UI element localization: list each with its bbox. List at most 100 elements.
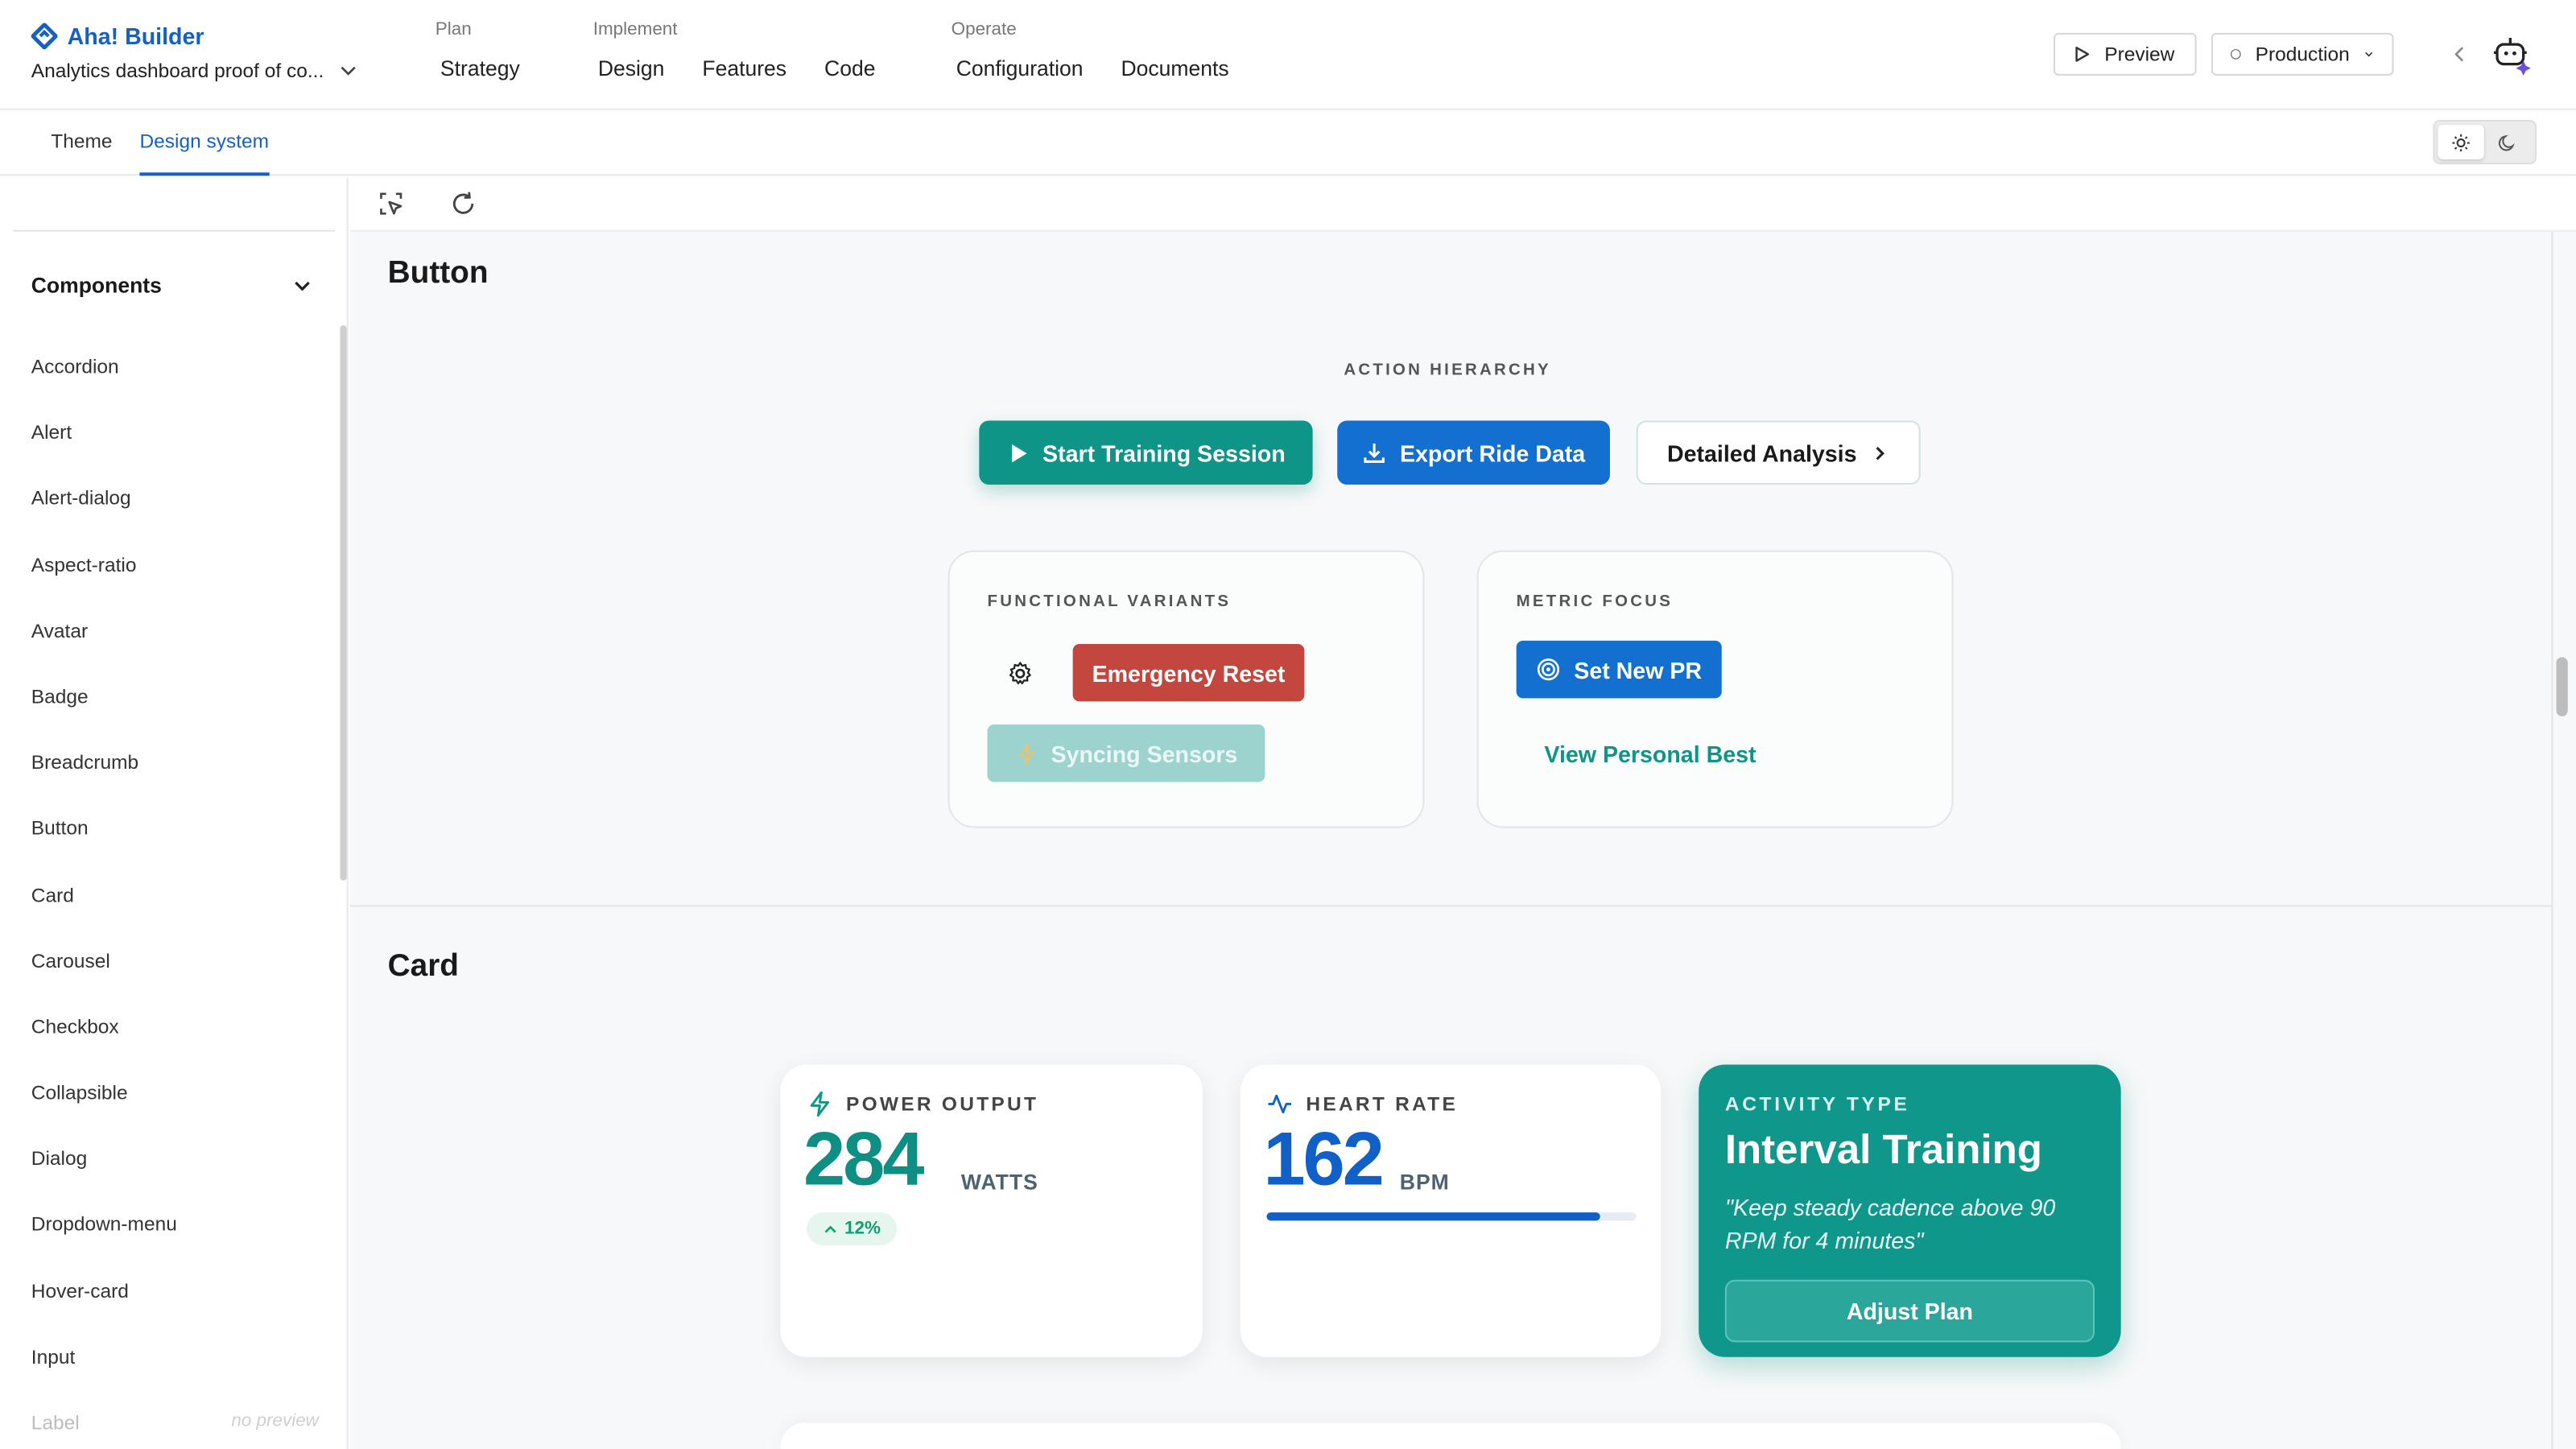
detailed-analysis-label: Detailed Analysis	[1666, 439, 1857, 466]
tab-theme[interactable]: Theme	[51, 130, 112, 153]
export-ride-data-button[interactable]: Export Ride Data	[1337, 420, 1610, 485]
sidebar-item-alert[interactable]: Alert	[31, 421, 319, 487]
set-new-pr-label: Set New PR	[1574, 656, 1703, 683]
sidebar-item-avatar[interactable]: Avatar	[31, 619, 319, 685]
next-card-preview	[780, 1422, 2121, 1449]
activity-type-title: Interval Training	[1724, 1126, 2042, 1174]
heart-rate-bar	[1266, 1212, 1637, 1221]
power-delta-badge: 12%	[807, 1212, 898, 1245]
heart-rate-bar-fill	[1266, 1212, 1600, 1221]
start-training-button[interactable]: Start Training Session	[979, 420, 1313, 485]
power-output-label: POWER OUTPUT	[846, 1092, 1039, 1116]
nav-group-label: Operate	[951, 19, 1017, 39]
chevron-right-icon	[1876, 446, 1885, 460]
chevron-down-icon	[2365, 52, 2373, 57]
target-icon	[1538, 658, 1560, 681]
project-name: Analytics dashboard proof of co...	[31, 59, 324, 83]
canvas-edge	[2551, 231, 2553, 1449]
sidebar-item-button[interactable]: Button	[31, 817, 319, 883]
settings-gear-icon[interactable]	[1007, 660, 1034, 687]
start-training-label: Start Training Session	[1042, 439, 1286, 466]
environment-label: Production	[2255, 43, 2350, 66]
sidebar-item-aspect-ratio[interactable]: Aspect-ratio	[31, 553, 319, 619]
power-output-card: POWER OUTPUT 284 WATTS 12%	[780, 1064, 1203, 1357]
metric-focus-label: METRIC FOCUS	[1516, 592, 1674, 612]
sidebar-item-breadcrumb[interactable]: Breadcrumb	[31, 751, 319, 817]
subtab-bar: Theme Design system	[0, 109, 2576, 176]
sidebar-scrollbar[interactable]	[340, 325, 347, 881]
sidebar-item-checkbox[interactable]: Checkbox	[31, 1015, 319, 1081]
no-preview-note: no preview	[231, 1411, 319, 1431]
chevron-down-icon	[295, 280, 310, 291]
tab-design-system[interactable]: Design system	[139, 130, 269, 176]
nav-item-features[interactable]: Features	[702, 56, 786, 80]
dark-mode-toggle[interactable]	[2484, 125, 2530, 159]
nav-item-design[interactable]: Design	[598, 56, 665, 80]
brand-name: Aha! Builder	[67, 23, 204, 50]
select-element-icon[interactable]	[376, 189, 406, 219]
activity-type-label: ACTIVITY TYPE	[1724, 1092, 1910, 1116]
canvas-toolbar	[349, 177, 2576, 232]
section-divider	[349, 905, 2552, 907]
moon-icon	[2498, 134, 2515, 151]
set-new-pr-button[interactable]: Set New PR	[1516, 640, 1722, 699]
environment-select[interactable]: Production	[2211, 32, 2394, 76]
chevron-down-icon	[341, 66, 356, 76]
component-list: Accordion Alert Alert-dialog Aspect-rati…	[31, 355, 319, 1449]
syncing-sensors-button: Syncing Sensors	[987, 724, 1265, 782]
sidebar-item-dropdown-menu[interactable]: Dropdown-menu	[31, 1213, 319, 1279]
ai-assistant-icon[interactable]	[2491, 33, 2533, 76]
sidebar-divider	[13, 229, 336, 232]
detailed-analysis-button[interactable]: Detailed Analysis	[1636, 420, 1921, 485]
sidebar-item-input[interactable]: Input	[31, 1345, 319, 1411]
nav-item-configuration[interactable]: Configuration	[956, 56, 1084, 80]
canvas-scrollbar[interactable]	[2556, 657, 2568, 716]
nav-group-operate: Operate Configuration Documents	[952, 19, 1229, 80]
component-sidebar: Components Accordion Alert Alert-dialog …	[0, 177, 349, 1449]
top-header: Aha! Builder Analytics dashboard proof o…	[0, 0, 2576, 110]
emergency-reset-button[interactable]: Emergency Reset	[1072, 643, 1305, 702]
sidebar-item-alert-dialog[interactable]: Alert-dialog	[31, 487, 319, 553]
syncing-sensors-label: Syncing Sensors	[1051, 740, 1238, 767]
play-icon	[1011, 444, 1026, 462]
light-mode-toggle[interactable]	[2438, 125, 2484, 159]
power-delta-value: 12%	[844, 1219, 881, 1239]
nav-item-documents[interactable]: Documents	[1121, 56, 1228, 80]
nav-item-strategy[interactable]: Strategy	[440, 56, 520, 80]
preview-button[interactable]: Preview	[2054, 32, 2197, 76]
sidebar-section-title: Components	[31, 272, 162, 298]
section-title-card: Card	[387, 949, 459, 985]
sidebar-item-hover-card[interactable]: Hover-card	[31, 1279, 319, 1345]
sun-icon	[2452, 133, 2470, 151]
download-icon	[1364, 444, 1385, 463]
functional-variants-panel: FUNCTIONAL VARIANTS Emergency Reset Sync…	[947, 550, 1425, 828]
sidebar-item-collapsible[interactable]: Collapsible	[31, 1081, 319, 1147]
nav-group-implement: Implement Design Features Code	[593, 19, 876, 80]
status-circle-icon	[2230, 48, 2241, 60]
preview-label: Preview	[2104, 43, 2175, 66]
heart-rate-card: HEART RATE 162 BPM	[1240, 1064, 1662, 1357]
sidebar-item-badge[interactable]: Badge	[31, 685, 319, 751]
emergency-reset-label: Emergency Reset	[1092, 659, 1286, 687]
nav-group-label: Plan	[435, 19, 472, 39]
project-selector[interactable]: Analytics dashboard proof of co...	[31, 59, 360, 82]
sidebar-item-carousel[interactable]: Carousel	[31, 949, 319, 1015]
nav-item-code[interactable]: Code	[824, 56, 875, 80]
adjust-plan-button[interactable]: Adjust Plan	[1724, 1279, 2095, 1343]
sidebar-item-dialog[interactable]: Dialog	[31, 1147, 319, 1213]
chevron-left-icon[interactable]	[2448, 43, 2471, 66]
view-personal-best-link[interactable]: View Personal Best	[1517, 729, 1785, 778]
sidebar-item-accordion[interactable]: Accordion	[31, 355, 319, 421]
power-output-value: 284	[803, 1115, 925, 1201]
theme-toggle[interactable]	[2433, 119, 2537, 165]
sidebar-item-label: Label no preview	[31, 1411, 319, 1435]
sidebar-item-card[interactable]: Card	[31, 883, 319, 949]
play-outline-icon	[2075, 46, 2090, 62]
brand[interactable]: Aha! Builder	[31, 23, 204, 50]
refresh-icon[interactable]	[448, 189, 478, 219]
components-collapse-toggle[interactable]: Components	[31, 272, 314, 298]
export-ride-data-label: Export Ride Data	[1399, 439, 1586, 466]
activity-type-quote: "Keep steady cadence above 90 RPM for 4 …	[1724, 1194, 2056, 1254]
view-personal-best-label: View Personal Best	[1544, 741, 1757, 768]
arrow-up-icon	[824, 1224, 836, 1232]
